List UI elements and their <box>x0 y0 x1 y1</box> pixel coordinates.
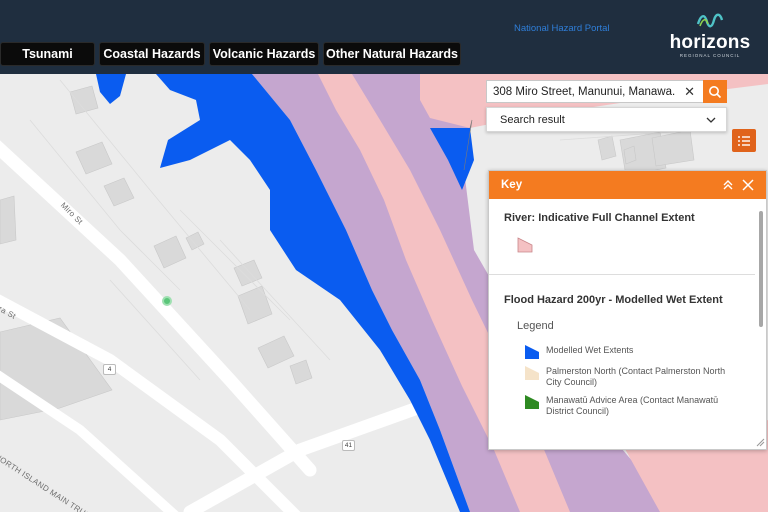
key-header: Key <box>489 171 766 199</box>
layer-list-button[interactable] <box>732 129 756 152</box>
logo-subtitle: REGIONAL COUNCIL <box>679 53 741 58</box>
search-input[interactable]: 308 Miro Street, Manunui, Manawa... <box>487 86 675 98</box>
key-body[interactable]: River: Indicative Full Channel Extent Fl… <box>489 199 766 449</box>
search-result-dropdown[interactable]: Search result <box>486 107 727 132</box>
legend-item-label: Palmerston North (Contact Palmerston Nor… <box>546 366 726 387</box>
road-shield-41: 41 <box>342 440 355 451</box>
key-divider <box>489 274 755 275</box>
logo-wordmark: horizons <box>669 32 751 53</box>
legend-heading: Legend <box>517 320 554 332</box>
collapse-icon[interactable] <box>721 178 735 192</box>
search-box[interactable]: 308 Miro Street, Manunui, Manawa... ✕ <box>486 80 704 103</box>
horizons-logo[interactable]: horizons REGIONAL COUNCIL <box>668 10 752 62</box>
search-button[interactable] <box>703 80 727 103</box>
national-hazard-portal-link[interactable]: National Hazard Portal <box>514 23 610 34</box>
chevron-down-icon <box>706 117 716 123</box>
channel-swatch <box>517 237 533 253</box>
legend-swatch <box>525 366 539 380</box>
clear-search-icon[interactable]: ✕ <box>684 84 695 100</box>
legend-item-label: Manawatū Advice Area (Contact Manawatū D… <box>546 395 719 416</box>
logo-wave-icon <box>696 13 724 28</box>
location-pin[interactable] <box>162 296 172 306</box>
top-bar: Tsunami Coastal Hazards Volcanic Hazards… <box>0 0 768 74</box>
tab-volcanic-hazards[interactable]: Volcanic Hazards <box>209 42 319 66</box>
section-river-channel-title: River: Indicative Full Channel Extent <box>504 212 695 224</box>
key-scrollbar[interactable] <box>759 211 763 327</box>
list-icon <box>738 135 750 146</box>
search-result-label: Search result <box>500 113 565 126</box>
flood-wet-extent-small <box>96 74 126 104</box>
close-icon[interactable] <box>741 178 755 192</box>
legend-item-label: Modelled Wet Extents <box>546 345 634 355</box>
key-title: Key <box>501 179 523 191</box>
road-shield-4: 4 <box>103 364 116 375</box>
tab-coastal-hazards[interactable]: Coastal Hazards <box>99 42 205 66</box>
key-panel: Key River: Indicative Full Channel Exten… <box>488 170 767 450</box>
legend-swatch <box>525 345 539 359</box>
section-flood-hazard-title: Flood Hazard 200yr - Modelled Wet Extent <box>504 294 723 306</box>
hazard-tabs: Tsunami Coastal Hazards Volcanic Hazards… <box>0 42 461 66</box>
hazard-portal-app: Tsunami Coastal Hazards Volcanic Hazards… <box>0 0 768 512</box>
tab-tsunami[interactable]: Tsunami <box>0 42 95 66</box>
tab-other-natural-hazards[interactable]: Other Natural Hazards <box>323 42 461 66</box>
search-icon <box>709 85 722 98</box>
resize-handle-icon[interactable] <box>755 437 765 447</box>
legend-swatch <box>525 395 539 409</box>
